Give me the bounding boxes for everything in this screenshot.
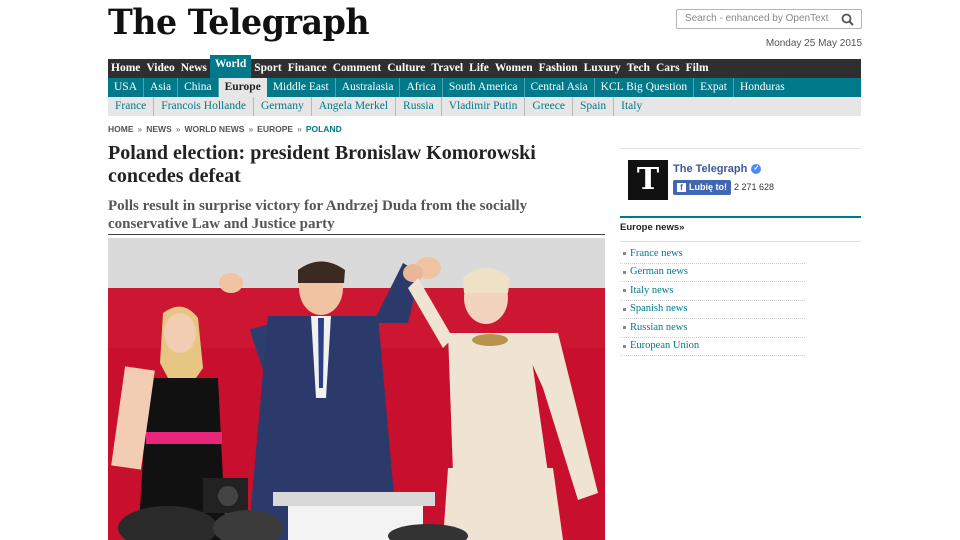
sidebar-link-italy-news[interactable]: Italy news: [620, 282, 805, 301]
section-item-europe[interactable]: Europe: [218, 78, 267, 97]
topic-tags-navigation: France Francois Hollande Germany Angela Mer…: [108, 97, 861, 116]
section-item-central-asia[interactable]: Central Asia: [525, 78, 595, 97]
nav-item-tech[interactable]: Tech: [624, 59, 653, 78]
tag-france[interactable]: France: [108, 97, 155, 116]
search-icon[interactable]: [841, 13, 854, 26]
breadcrumb: HOME» NEWS» WORLD NEWS» EUROPE» POLAND: [108, 124, 342, 134]
nav-item-sport[interactable]: Sport: [251, 59, 284, 78]
search-input[interactable]: Search - enhanced by OpenText: [676, 9, 862, 29]
bullet-icon: [623, 307, 626, 311]
section-item-usa[interactable]: USA: [108, 78, 145, 97]
dateline: Monday 25 May 2015: [765, 38, 862, 49]
tag-angela-merkel[interactable]: Angela Merkel: [312, 97, 397, 116]
search-placeholder: Search - enhanced by OpenText: [685, 13, 829, 24]
nav-item-women[interactable]: Women: [492, 59, 536, 78]
sidebar-link-france-news[interactable]: France news: [620, 245, 805, 264]
bullet-icon: [623, 252, 626, 256]
facebook-page-title[interactable]: The Telegraph ✓: [673, 163, 762, 175]
bullet-icon: [623, 326, 626, 330]
facebook-page-name: The Telegraph: [673, 163, 748, 175]
article-standfirst: Polls result in surprise victory for And…: [108, 198, 528, 232]
divider: [620, 241, 861, 242]
tag-spain[interactable]: Spain: [573, 97, 615, 116]
tag-russia[interactable]: Russia: [396, 97, 442, 116]
bullet-icon: [623, 344, 626, 348]
sidebar-link-label: European Union: [630, 340, 700, 352]
telegraph-t-logo[interactable]: T: [628, 160, 668, 200]
main-navigation: Home Video News World Sport Finance Comment Cul…: [108, 55, 861, 78]
breadcrumb-item-home[interactable]: HOME: [108, 124, 134, 134]
bullet-icon: [623, 289, 626, 293]
section-item-africa[interactable]: Africa: [400, 78, 443, 97]
tag-greece[interactable]: Greece: [525, 97, 573, 116]
section-item-honduras[interactable]: Honduras: [734, 78, 791, 97]
telegraph-logo[interactable]: The Telegraph: [108, 2, 370, 43]
facebook-page-widget: T The Telegraph ✓ f Lubię to! 2 271 628: [620, 148, 861, 216]
nav-item-finance[interactable]: Finance: [285, 59, 330, 78]
sidebar-link-label: Spanish news: [630, 303, 688, 315]
breadcrumb-item-poland[interactable]: POLAND: [306, 124, 342, 134]
sidebar-link-label: France news: [630, 247, 683, 259]
divider: [108, 234, 605, 235]
breadcrumb-item-world-news[interactable]: WORLD NEWS: [184, 124, 244, 134]
article-photo[interactable]: [108, 238, 605, 540]
sidebar-link-spanish-news[interactable]: Spanish news: [620, 301, 805, 319]
tag-italy[interactable]: Italy: [614, 97, 649, 116]
nav-item-cars[interactable]: Cars: [653, 59, 683, 78]
section-item-asia[interactable]: Asia: [144, 78, 179, 97]
nav-item-culture[interactable]: Culture: [384, 59, 428, 78]
nav-item-news[interactable]: News: [178, 59, 210, 78]
facebook-like-count: 2 271 628: [734, 182, 775, 192]
europe-news-links: France news German news Italy news Spanish …: [620, 245, 805, 356]
breadcrumb-separator-icon: »: [297, 124, 302, 134]
nav-item-comment[interactable]: Comment: [330, 59, 385, 78]
tag-vladimir-putin[interactable]: Vladimir Putin: [442, 97, 526, 116]
section-item-south-america[interactable]: South America: [443, 78, 525, 97]
breadcrumb-item-news[interactable]: NEWS: [146, 124, 172, 134]
nav-item-home[interactable]: Home: [108, 59, 143, 78]
bullet-icon: [623, 270, 626, 274]
europe-news-header[interactable]: Europe news»: [620, 216, 861, 233]
breadcrumb-separator-icon: »: [137, 124, 143, 134]
section-item-china[interactable]: China: [178, 78, 219, 97]
celebration-photo-illustration: [108, 238, 605, 540]
tag-germany[interactable]: Germany: [254, 97, 312, 116]
facebook-like-button[interactable]: f Lubię to!: [673, 180, 731, 195]
article-headline: Poland election: president Bronislaw Kom…: [108, 142, 536, 187]
nav-item-life[interactable]: Life: [466, 59, 492, 78]
sidebar-link-label: Italy news: [630, 284, 674, 296]
sidebar-link-german-news[interactable]: German news: [620, 264, 805, 282]
nav-item-travel[interactable]: Travel: [428, 59, 466, 78]
sidebar-link-russian-news[interactable]: Russian news: [620, 319, 805, 338]
section-item-kcl-big-question[interactable]: KCL Big Question: [595, 78, 695, 97]
nav-item-world[interactable]: World: [209, 55, 252, 78]
breadcrumb-separator-icon: »: [175, 124, 181, 134]
nav-item-film[interactable]: Film: [683, 59, 712, 78]
section-item-middle-east[interactable]: Middle East: [267, 78, 336, 97]
breadcrumb-item-europe[interactable]: EUROPE: [257, 124, 293, 134]
verified-icon: ✓: [751, 164, 762, 174]
facebook-icon: f: [677, 183, 686, 192]
sidebar-link-european-union[interactable]: European Union: [620, 338, 805, 356]
nav-item-fashion[interactable]: Fashion: [536, 59, 581, 78]
section-item-australasia[interactable]: Australasia: [336, 78, 401, 97]
breadcrumb-separator-icon: »: [248, 124, 254, 134]
sidebar-link-label: Russian news: [630, 321, 688, 333]
masthead: The Telegraph Search - enhanced by OpenT…: [108, 0, 862, 58]
section-navigation: USA Asia China Europe Middle East Australasia…: [108, 78, 861, 97]
sidebar-link-label: German news: [630, 266, 689, 278]
nav-item-video[interactable]: Video: [143, 59, 177, 78]
tag-francois-hollande[interactable]: Francois Hollande: [154, 97, 254, 116]
section-item-expat[interactable]: Expat: [694, 78, 734, 97]
facebook-like-label: Lubię to!: [689, 182, 727, 192]
nav-item-luxury[interactable]: Luxury: [581, 59, 624, 78]
